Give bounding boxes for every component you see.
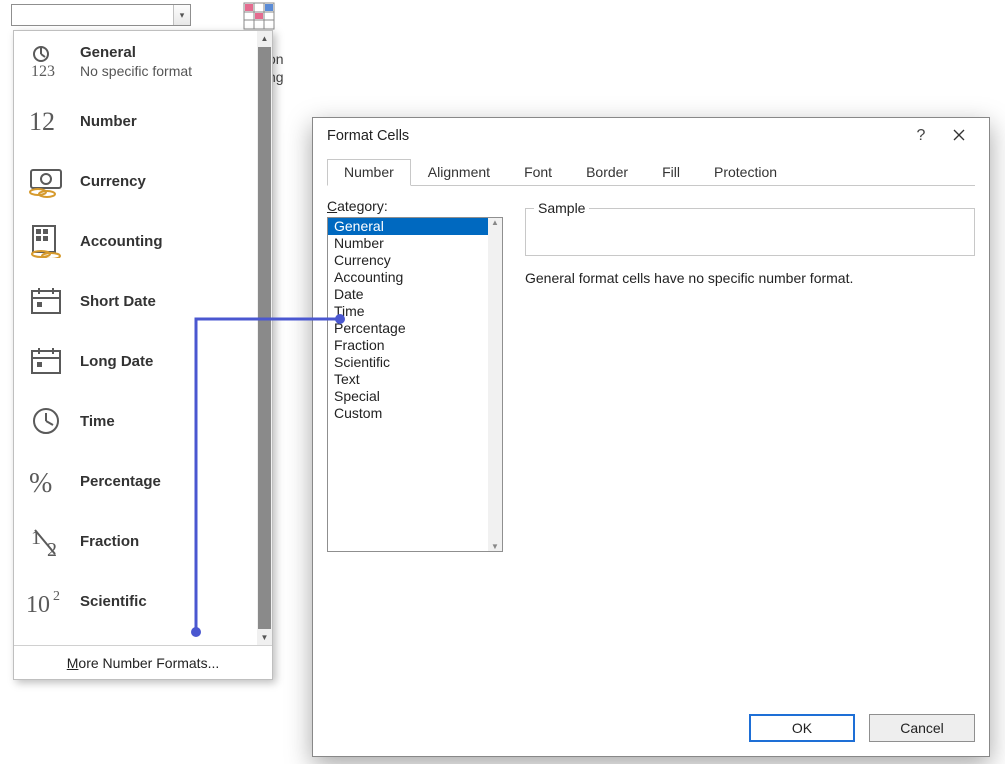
tab-border[interactable]: Border <box>569 159 645 186</box>
format-option-short-date[interactable]: Short Date <box>14 271 272 331</box>
shortdate-icon <box>26 284 66 318</box>
category-time[interactable]: Time <box>328 303 502 320</box>
scroll-thumb[interactable] <box>258 47 271 629</box>
scientific-icon: 102 <box>26 584 66 618</box>
category-general[interactable]: General <box>328 218 502 235</box>
format-option-percentage[interactable]: % Percentage <box>14 451 272 511</box>
help-button[interactable]: ? <box>903 127 939 145</box>
category-accounting[interactable]: Accounting <box>328 269 502 286</box>
scroll-down-arrow[interactable]: ▼ <box>257 630 272 645</box>
category-date[interactable]: Date <box>328 286 502 303</box>
category-scrollbar[interactable]: ▲▼ <box>488 218 502 551</box>
ok-button[interactable]: OK <box>749 714 855 742</box>
tab-fill[interactable]: Fill <box>645 159 697 186</box>
general-icon: 123 <box>26 44 66 78</box>
cancel-button[interactable]: Cancel <box>869 714 975 742</box>
category-fraction[interactable]: Fraction <box>328 337 502 354</box>
format-option-scientific[interactable]: 102 Scientific <box>14 571 272 631</box>
svg-text:12: 12 <box>29 107 55 136</box>
format-option-time[interactable]: Time <box>14 391 272 451</box>
format-option-long-date[interactable]: Long Date <box>14 331 272 391</box>
close-button[interactable] <box>939 128 979 145</box>
svg-text:2: 2 <box>47 539 57 558</box>
dropdown-scrollbar[interactable]: ▲ ▼ <box>257 31 272 645</box>
percentage-icon: % <box>26 464 66 498</box>
format-option-number[interactable]: 12 Number <box>14 91 272 151</box>
tab-font[interactable]: Font <box>507 159 569 186</box>
number-icon: 12 <box>26 104 66 138</box>
dialog-title: Format Cells <box>327 128 409 144</box>
category-text[interactable]: Text <box>328 371 502 388</box>
more-number-formats[interactable]: More Number Formats... <box>14 645 272 679</box>
sample-label: Sample <box>534 200 589 216</box>
tab-alignment[interactable]: Alignment <box>411 159 507 186</box>
category-number[interactable]: Number <box>328 235 502 252</box>
category-custom[interactable]: Custom <box>328 405 502 422</box>
time-icon <box>26 404 66 438</box>
svg-text:10: 10 <box>26 592 50 618</box>
currency-icon <box>26 164 66 198</box>
category-percentage[interactable]: Percentage <box>328 320 502 337</box>
scroll-up-arrow[interactable]: ▲ <box>257 31 272 46</box>
accounting-icon <box>26 224 66 258</box>
number-format-combo[interactable]: ▾ <box>11 4 191 26</box>
format-option-currency[interactable]: Currency <box>14 151 272 211</box>
svg-text:123: 123 <box>31 63 55 78</box>
format-cells-dialog: Format Cells ? NumberAlignmentFontBorder… <box>312 117 990 757</box>
dialog-tabs: NumberAlignmentFontBorderFillProtection <box>327 158 975 186</box>
combo-dropdown-arrow[interactable]: ▾ <box>173 5 190 25</box>
format-option-accounting[interactable]: Accounting <box>14 211 272 271</box>
sample-box: Sample <box>525 208 975 256</box>
tab-number[interactable]: Number <box>327 159 411 186</box>
dialog-titlebar: Format Cells ? <box>313 118 989 154</box>
number-format-dropdown: 123 GeneralNo specific format12 Number C… <box>13 30 273 680</box>
category-list[interactable]: GeneralNumberCurrencyAccountingDateTimeP… <box>327 217 503 552</box>
category-currency[interactable]: Currency <box>328 252 502 269</box>
category-scientific[interactable]: Scientific <box>328 354 502 371</box>
format-option-general[interactable]: 123 GeneralNo specific format <box>14 31 272 91</box>
category-label: Category: <box>327 198 503 214</box>
longdate-icon <box>26 344 66 378</box>
svg-text:2: 2 <box>53 589 60 604</box>
tab-protection[interactable]: Protection <box>697 159 794 186</box>
fraction-icon: 12 <box>26 524 66 558</box>
svg-text:%: % <box>29 468 52 498</box>
format-option-fraction[interactable]: 12 Fraction <box>14 511 272 571</box>
format-description: General format cells have no specific nu… <box>525 270 975 286</box>
category-special[interactable]: Special <box>328 388 502 405</box>
